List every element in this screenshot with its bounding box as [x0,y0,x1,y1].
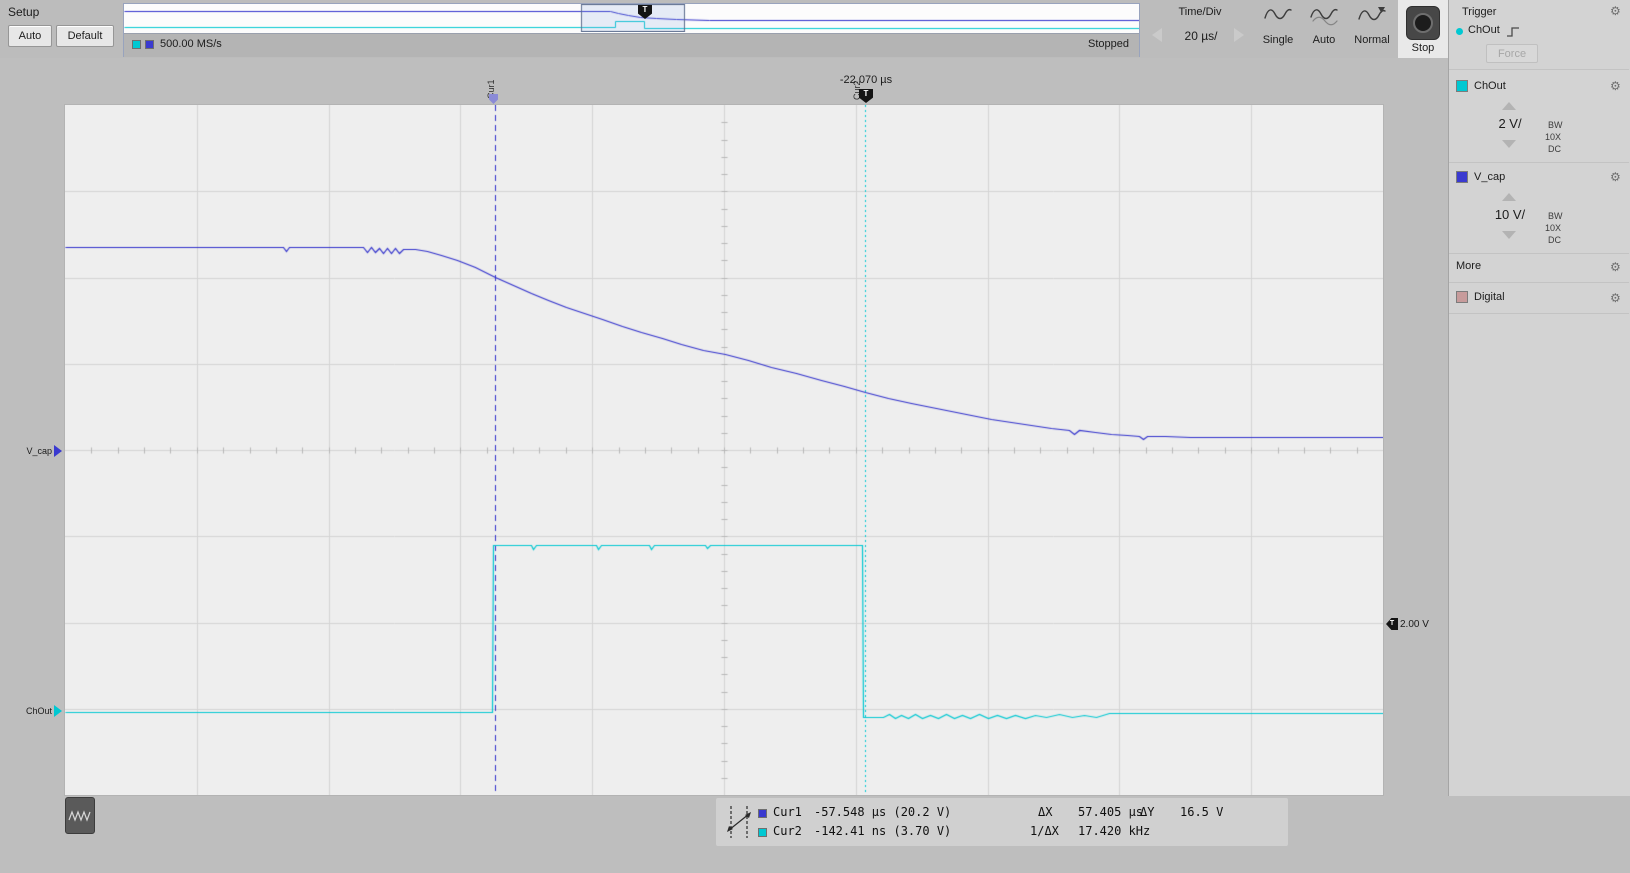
top-bar: Setup Auto Default T 500.00 MS/s Stopped… [0,0,1630,58]
setup-auto-button[interactable]: Auto [8,25,52,47]
vcap-marker-arrow-icon [54,445,62,457]
trigger-slope-icon[interactable] [1506,25,1520,43]
minimized-tool-button[interactable] [65,797,95,834]
channel-vcap-scale-up-arrow[interactable] [1502,193,1516,201]
sidebar-divider [1449,162,1629,163]
inverse-delta-x-label: 1/ΔX [1030,824,1059,838]
overview-status-row: 500.00 MS/s Stopped [124,33,1139,57]
channel-chout-gear-icon[interactable]: ⚙ [1610,80,1621,92]
inverse-delta-x-value: 17.420 kHz [1078,824,1150,838]
timebase-increase-arrow[interactable] [1234,28,1244,42]
chout-marker-arrow-icon [54,705,62,717]
cursor1-chip [758,809,767,818]
overview-chout-chip [132,40,141,49]
normal-wave-icon [1357,5,1387,32]
normal-button[interactable]: Normal [1348,5,1396,46]
more-gear-icon[interactable]: ⚙ [1610,261,1621,273]
oscilloscope-app: Setup Auto Default T 500.00 MS/s Stopped… [0,0,1630,873]
channel-vcap-gear-icon[interactable]: ⚙ [1610,171,1621,183]
scope-graticule[interactable] [64,104,1384,796]
stop-button[interactable] [1406,6,1440,40]
trigger-level-value: 2.00 V [1400,619,1429,630]
delta-x-value: 57.405 µs [1078,805,1143,819]
cursors-icon[interactable] [724,801,754,848]
timebase-title: Time/Div [1158,6,1242,18]
sidebar-divider [1449,253,1629,254]
trigger-source-dot [1456,28,1463,35]
cursor1-pin-icon[interactable] [489,94,498,104]
channel-chout-color-swatch[interactable] [1456,80,1468,92]
trigger-level-marker[interactable]: T 2.00 V [1386,618,1429,630]
channel-chout-name[interactable]: ChOut [1474,80,1506,92]
channel-vcap-bw: BW [1548,211,1563,221]
stop-button-panel: Stop [1398,0,1448,58]
vcap-reference-marker[interactable]: V_cap [12,445,62,457]
delta-y-value: 16.5 V [1180,805,1223,819]
trigger-source[interactable]: ChOut [1468,24,1500,36]
channel-chout-scale-down-arrow[interactable] [1502,140,1516,148]
sidebar-divider [1449,69,1629,70]
acquisition-overview[interactable]: T 500.00 MS/s Stopped [123,3,1140,57]
force-trigger-button[interactable]: Force [1486,44,1538,63]
force-label: Force [1498,48,1526,60]
single-label: Single [1263,34,1294,46]
trigger-level-tag-icon: T [1386,618,1398,630]
trigger-position-flag-icon[interactable]: T [859,89,873,103]
normal-label: Normal [1354,34,1389,46]
overview-vcap-chip [145,40,154,49]
overview-waveform-canvas[interactable] [124,4,1139,32]
channel-chout-scale-up-arrow[interactable] [1502,102,1516,110]
trigger-delay-value: -22.070 µs [828,74,904,86]
chout-reference-marker[interactable]: ChOut [12,705,62,717]
setup-auto-label: Auto [19,30,42,42]
setup-default-button[interactable]: Default [56,25,114,47]
single-button[interactable]: Single [1256,5,1300,46]
stop-label: Stop [1398,42,1448,54]
auto-label: Auto [1313,34,1336,46]
trigger-gear-icon[interactable]: ⚙ [1610,5,1621,17]
sidebar-digital[interactable]: Digital [1474,291,1505,303]
sidebar-divider [1449,313,1629,314]
channel-chout-scale[interactable]: 2 V/ [1480,116,1540,131]
channel-vcap-scale[interactable]: 10 V/ [1480,207,1540,222]
channel-vcap-name[interactable]: V_cap [1474,171,1505,183]
cursor2-name: Cur2 [773,824,802,838]
channel-chout-coupling: DC [1548,144,1561,154]
channel-vcap-scale-down-arrow[interactable] [1502,231,1516,239]
channel-vcap-color-swatch[interactable] [1456,171,1468,183]
trigger-title: Trigger [1462,6,1496,18]
channel-vcap-coupling: DC [1548,235,1561,245]
waveform-canvas[interactable] [65,105,1383,795]
setup-title: Setup [8,5,39,19]
sample-rate: 500.00 MS/s [160,38,222,50]
digital-color-swatch[interactable] [1456,291,1468,303]
auto-wave-icon [1309,5,1339,32]
acquisition-status: Stopped [1088,38,1129,50]
timebase-value[interactable]: 20 µs/ [1172,29,1230,43]
channel-vcap-atten: 10X [1545,223,1561,233]
cursor1-value: -57.548 µs (20.2 V) [814,805,951,819]
channel-chout-atten: 10X [1545,132,1561,142]
delta-x-label: ΔX [1038,805,1052,819]
cursor2-value: -142.41 ns (3.70 V) [814,824,951,838]
delta-y-label: ΔY [1140,805,1154,819]
stop-circle-icon [1413,13,1433,33]
cursor2-chip [758,828,767,837]
single-wave-icon [1263,5,1293,32]
auto-button[interactable]: Auto [1302,5,1346,46]
setup-default-label: Default [68,30,103,42]
mini-waveform-icon [67,808,93,829]
cursor1-name: Cur1 [773,805,802,819]
sidebar-divider [1449,282,1629,283]
timebase-decrease-arrow[interactable] [1152,28,1162,42]
sidebar-more[interactable]: More [1456,260,1481,272]
digital-gear-icon[interactable]: ⚙ [1610,292,1621,304]
channel-chout-bw: BW [1548,120,1563,130]
